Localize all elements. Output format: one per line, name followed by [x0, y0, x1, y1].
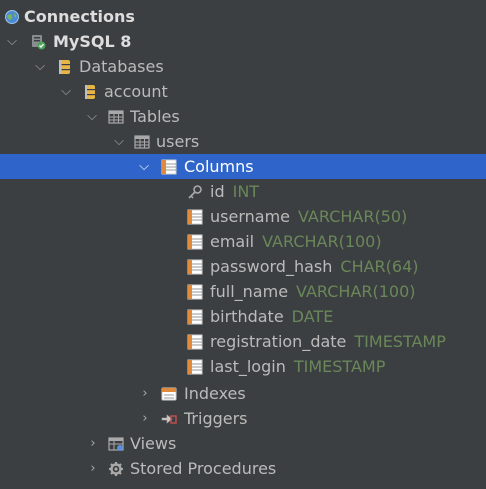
- tree-node-column[interactable]: birthdate DATE: [0, 304, 486, 329]
- chevron-right-icon[interactable]: ›: [86, 456, 100, 481]
- trigger-folder-icon: [161, 414, 177, 424]
- tree-node-label: Indexes: [184, 384, 246, 403]
- tree-node-label: Databases: [79, 57, 164, 76]
- tree-node-label: Tables: [130, 107, 180, 126]
- tree-node-stored-procedures[interactable]: › Stored Procedures: [0, 456, 486, 481]
- gear-icon: [109, 462, 123, 476]
- index-folder-icon: [161, 387, 177, 401]
- tree-node-database-account[interactable]: ⌵ account: [0, 79, 486, 104]
- column-name: last_login: [210, 357, 286, 376]
- tree-node-column[interactable]: full_name VARCHAR(100): [0, 279, 486, 304]
- chevron-right-icon[interactable]: ›: [86, 431, 100, 456]
- column-name: registration_date: [210, 332, 347, 351]
- server-connected-icon: [32, 35, 46, 50]
- column-icon: [187, 309, 203, 325]
- column-icon: [187, 359, 203, 375]
- column-type: VARCHAR(100): [296, 282, 416, 301]
- tree-node-label: Triggers: [184, 409, 248, 428]
- column-name: username: [210, 207, 290, 226]
- tree-node-column[interactable]: password_hash CHAR(64): [0, 254, 486, 279]
- column-name: password_hash: [210, 257, 333, 276]
- table-folder-icon: [108, 110, 124, 124]
- tree-node-label: account: [104, 82, 168, 101]
- column-name: email: [210, 232, 255, 251]
- tree-node-column[interactable]: email VARCHAR(100): [0, 229, 486, 254]
- column-icon: [187, 259, 203, 275]
- column-icon: [187, 209, 203, 225]
- tree-node-label: users: [156, 132, 200, 151]
- view-folder-icon: [108, 437, 124, 451]
- column-type: VARCHAR(100): [262, 232, 382, 251]
- tree-node-indexes[interactable]: › Indexes: [0, 381, 486, 406]
- tree-node-table-users[interactable]: ⌵ users: [0, 129, 486, 154]
- column-type: INT: [232, 182, 260, 201]
- tree-node-label: Views: [130, 434, 177, 453]
- chevron-down-icon[interactable]: ⌵: [112, 129, 126, 154]
- chevron-down-icon[interactable]: ⌵: [5, 29, 19, 54]
- chevron-down-icon[interactable]: ⌵: [137, 154, 151, 179]
- column-name: id: [210, 182, 225, 201]
- tree-node-column[interactable]: registration_date TIMESTAMP: [0, 329, 486, 354]
- column-icon: [187, 284, 203, 300]
- connections-globe-icon: [5, 10, 19, 24]
- chevron-right-icon[interactable]: ›: [138, 406, 152, 431]
- column-type: VARCHAR(50): [298, 207, 408, 226]
- chevron-right-icon[interactable]: ›: [138, 381, 152, 406]
- chevron-down-icon[interactable]: ⌵: [85, 104, 99, 129]
- tree-node-column[interactable]: id INT: [0, 179, 486, 204]
- tree-node-columns[interactable]: ⌵ Columns: [0, 154, 486, 179]
- chevron-down-icon[interactable]: ⌵: [33, 54, 47, 79]
- column-type: CHAR(64): [340, 257, 419, 276]
- tree-node-connections[interactable]: Connections: [0, 4, 486, 29]
- tree-node-tables[interactable]: ⌵ Tables: [0, 104, 486, 129]
- tree-node-views[interactable]: › Views: [0, 431, 486, 456]
- tree-node-triggers[interactable]: › Triggers: [0, 406, 486, 431]
- tree-node-column[interactable]: last_login TIMESTAMP: [0, 354, 486, 379]
- database-icon: [85, 85, 95, 99]
- key-icon: [188, 185, 202, 199]
- tree-node-label: Columns: [184, 157, 254, 176]
- database-explorer-tree: Connections ⌵ MySQL 8 ⌵ Databases ⌵ acco…: [0, 0, 486, 489]
- column-type: TIMESTAMP: [354, 332, 446, 351]
- tree-node-label: MySQL 8: [53, 32, 132, 51]
- tree-node-databases[interactable]: ⌵ Databases: [0, 54, 486, 79]
- tree-node-label: Connections: [24, 7, 135, 26]
- chevron-down-icon[interactable]: ⌵: [59, 79, 73, 104]
- column-icon: [187, 334, 203, 350]
- column-name: birthdate: [210, 307, 284, 326]
- column-type: DATE: [291, 307, 334, 326]
- table-icon: [134, 135, 150, 149]
- column-name: full_name: [210, 282, 289, 301]
- column-icon: [187, 234, 203, 250]
- column-type: TIMESTAMP: [293, 357, 386, 376]
- columns-folder-icon: [161, 159, 177, 175]
- tree-node-column[interactable]: username VARCHAR(50): [0, 204, 486, 229]
- tree-node-mysql-server[interactable]: ⌵ MySQL 8: [0, 29, 486, 54]
- database-folder-icon: [59, 60, 70, 74]
- tree-node-label: Stored Procedures: [130, 459, 277, 478]
